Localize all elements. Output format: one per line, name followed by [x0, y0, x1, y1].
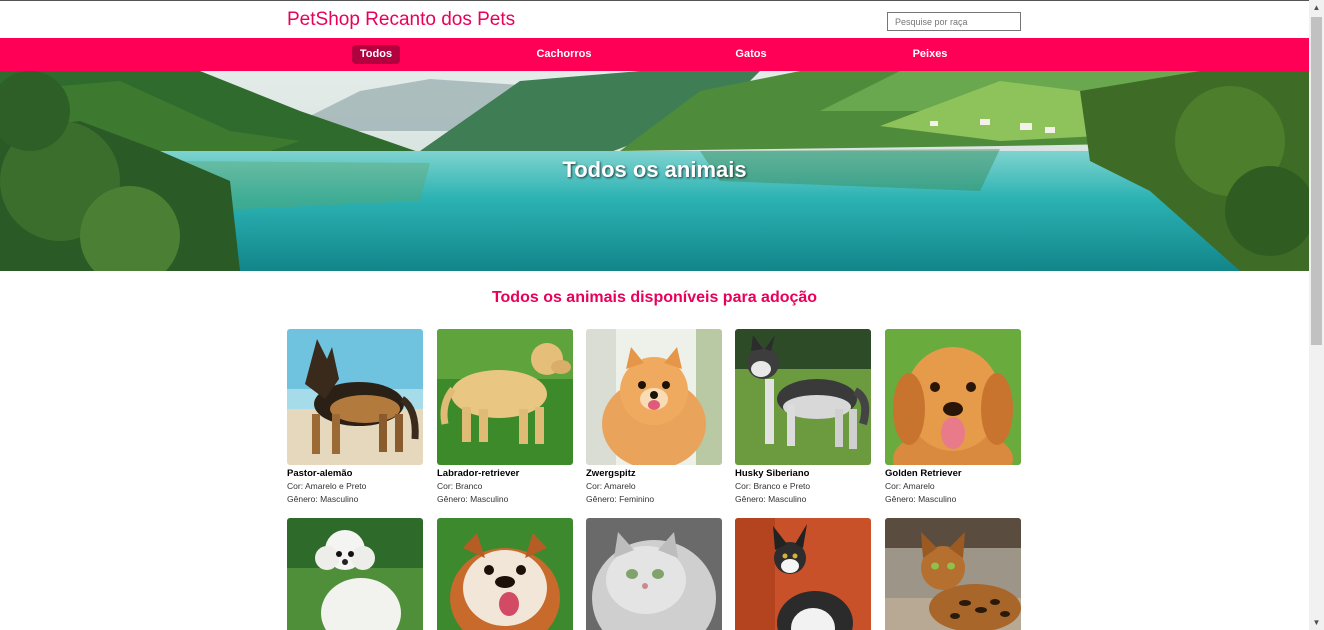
- animal-card[interactable]: [735, 518, 871, 630]
- brand-logo-text[interactable]: PetShop Recanto dos Pets: [287, 9, 515, 31]
- animal-gender: Gênero: Masculino: [735, 493, 807, 504]
- animal-gender: Gênero: Masculino: [287, 493, 359, 504]
- labrador-photo[interactable]: [437, 329, 573, 465]
- animal-card[interactable]: [287, 518, 423, 630]
- maine-coon-photo[interactable]: [735, 518, 871, 630]
- animal-gender: Gênero: Feminino: [586, 493, 655, 504]
- husky-photo[interactable]: [735, 329, 871, 465]
- german-shepherd-photo[interactable]: [287, 329, 423, 465]
- persian-cat-photo[interactable]: [586, 518, 722, 630]
- animal-card[interactable]: Labrador-retriever Cor: Branco Gênero: M…: [437, 329, 573, 505]
- section-title: Todos os animais disponíveis para adoção: [491, 289, 818, 306]
- hero-title: Todos os animais: [562, 157, 747, 182]
- animal-card[interactable]: [885, 518, 1021, 630]
- vertical-scrollbar[interactable]: ▲ ▼: [1309, 0, 1324, 630]
- animal-gender: Gênero: Masculino: [885, 493, 957, 504]
- animal-name: Zwergspitz: [586, 468, 636, 479]
- animal-card[interactable]: Golden Retriever Cor: Amarelo Gênero: Ma…: [885, 329, 1021, 505]
- nav-item-cachorros[interactable]: Cachorros: [531, 45, 597, 64]
- page: PetShop Recanto dos Pets Todos Cachorros…: [0, 0, 1309, 630]
- bengal-cat-photo[interactable]: [885, 518, 1021, 630]
- nav-item-gatos[interactable]: Gatos: [729, 45, 773, 64]
- search-input[interactable]: [887, 12, 1021, 31]
- header: PetShop Recanto dos Pets: [0, 1, 1309, 38]
- nav-item-todos[interactable]: Todos: [352, 45, 400, 64]
- animal-name: Pastor-alemão: [287, 468, 353, 479]
- animal-color: Cor: Branco e Preto: [735, 481, 811, 491]
- main-nav: Todos Cachorros Gatos Peixes: [0, 38, 1309, 71]
- scrollbar-thumb[interactable]: [1311, 17, 1322, 345]
- animal-card[interactable]: Zwergspitz Cor: Amarelo Gênero: Feminino: [586, 329, 722, 505]
- animal-name: Husky Siberiano: [735, 468, 810, 479]
- bulldog-photo[interactable]: [437, 518, 573, 630]
- animal-card[interactable]: [586, 518, 722, 630]
- animal-gender: Gênero: Masculino: [437, 493, 509, 504]
- animal-card[interactable]: Husky Siberiano Cor: Branco e Preto Gêne…: [735, 329, 871, 505]
- golden-retriever-photo[interactable]: [885, 329, 1021, 465]
- poodle-photo[interactable]: [287, 518, 423, 630]
- animal-color: Cor: Branco: [437, 481, 483, 491]
- animal-color: Cor: Amarelo: [885, 481, 935, 491]
- animal-name: Labrador-retriever: [437, 468, 520, 479]
- pomeranian-photo[interactable]: [586, 329, 722, 465]
- scroll-down-icon[interactable]: ▼: [1309, 615, 1324, 630]
- animal-card[interactable]: [437, 518, 573, 630]
- scroll-up-icon[interactable]: ▲: [1309, 0, 1324, 15]
- animal-color: Cor: Amarelo: [586, 481, 636, 491]
- animal-card[interactable]: Pastor-alemão Cor: Amarelo e Preto Gêner…: [287, 329, 423, 505]
- nav-item-peixes[interactable]: Peixes: [906, 45, 954, 64]
- animal-color: Cor: Amarelo e Preto: [287, 481, 367, 491]
- animal-name: Golden Retriever: [885, 468, 962, 479]
- hero-banner: Todos os animais: [0, 71, 1309, 271]
